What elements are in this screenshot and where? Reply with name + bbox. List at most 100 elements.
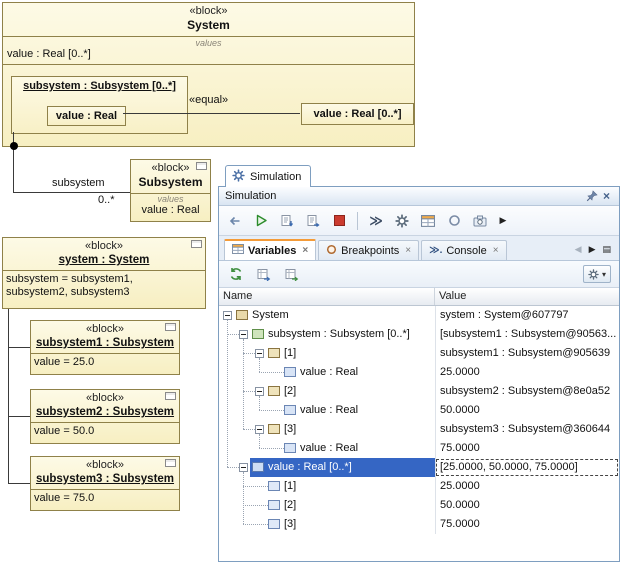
slot-line: subsystem = subsystem1, [6,273,202,286]
tree-node-value[interactable]: 75.0000 [435,439,619,458]
instance-subsystem1[interactable]: «block» subsystem1 : Subsystem value = 2… [30,320,180,375]
system-value-attribute: value : Real [0..*] [3,48,414,61]
more-buttons-icon[interactable]: ▶ [497,212,509,230]
tree-node-label: subsystem : Subsystem [0..*] [268,325,410,344]
value-item-icon [268,519,280,529]
tree-expander-icon[interactable] [223,311,232,320]
instance-subsystem3[interactable]: «block» subsystem3 : Subsystem value = 7… [30,456,180,511]
element-note-icon [196,162,207,170]
system-value-box[interactable]: value : Real [0..*] [301,103,414,125]
animation-icon[interactable] [445,212,463,230]
tree-row[interactable]: [1]subsystem1 : Subsystem@905639 [219,344,619,363]
part-value-property-box[interactable]: value : Real [47,106,126,126]
instance-subsystem1-name: subsystem1 : Subsystem [32,336,178,350]
tree-expander-icon[interactable] [255,425,264,434]
pin-icon[interactable] [584,189,599,204]
association-line-horizontal[interactable] [13,192,130,193]
block-system[interactable]: «block» System values value : Real [0..*… [2,2,415,147]
instance-system[interactable]: «block» system : System subsystem = subs… [2,237,206,309]
tree-node-value[interactable]: system : System@607797 [435,306,619,325]
tree-row[interactable]: value : Real50.0000 [219,401,619,420]
tree-row[interactable]: [1] 25.0000 [219,477,619,496]
part-subsystem[interactable]: subsystem : Subsystem [0..*] value : Rea… [11,76,188,134]
next-tab-icon[interactable]: ▶ [589,244,596,255]
simulation-options-gear-icon[interactable] [393,212,411,230]
tree-name-cell[interactable]: [2] [219,382,435,401]
tree-row[interactable]: subsystem : Subsystem [0..*] [subsystem1 … [219,325,619,344]
tree-node-value[interactable]: 50.0000 [435,496,619,515]
instance-link-3[interactable] [8,483,30,484]
simulation-dock-tab[interactable]: Simulation [225,165,311,187]
tree-row[interactable]: value : Real [0..*][25.0000, 50.0000, 75… [219,458,619,477]
tree-name-cell[interactable]: value : Real [219,363,435,382]
equal-connector-line[interactable] [123,113,300,114]
tree-node-label: [1] [284,477,296,496]
export-file-icon[interactable] [283,265,301,283]
simulation-toolbar: ≫ ▶ [219,206,619,236]
tree-row[interactable]: [2]subsystem2 : Subsystem@8e0a52 [219,382,619,401]
tree-node-value[interactable]: 25.0000 [435,363,619,382]
refresh-icon[interactable] [227,265,245,283]
console-icon[interactable]: ≫ [367,212,385,230]
step-into-icon[interactable] [278,212,296,230]
element-note-icon [165,323,176,331]
block-subsystem[interactable]: «block» Subsystem values value : Real [130,159,211,222]
tree-name-cell[interactable]: [3] [219,420,435,439]
tree-node-value[interactable]: [subsystem1 : Subsystem@90563... [435,325,619,344]
tree-node-value[interactable]: subsystem2 : Subsystem@8e0a52 [435,382,619,401]
close-icon[interactable]: × [599,189,614,204]
tab-list-icon[interactable]: ▤ [602,244,611,255]
tree-name-cell[interactable]: [1] [219,344,435,363]
tree-node-value[interactable]: 75.0000 [435,515,619,534]
tree-name-cell[interactable]: [3] [219,515,435,534]
instance-link-2[interactable] [8,416,30,417]
tree-name-cell[interactable]: subsystem : Subsystem [0..*] [219,325,435,344]
association-multiplicity-label: 0..* [98,194,115,206]
variables-pane-icon[interactable] [419,212,437,230]
close-tab-icon[interactable]: × [493,245,499,256]
tree-expander-icon[interactable] [255,349,264,358]
association-line-vertical[interactable] [13,132,14,192]
tree-name-cell[interactable]: System [219,306,435,325]
column-header-value[interactable]: Value [435,288,619,305]
tree-row[interactable]: [3]75.0000 [219,515,619,534]
options-menu-button[interactable]: ▾ [583,265,611,283]
system-name: System [5,18,412,33]
close-tab-icon[interactable]: × [405,245,411,256]
capture-icon[interactable] [471,212,489,230]
tree-name-cell[interactable]: value : Real [219,439,435,458]
instance-link-vertical[interactable] [8,309,9,484]
tree-row[interactable]: value : Real25.0000 [219,363,619,382]
tree-node-value[interactable]: subsystem1 : Subsystem@905639 [435,344,619,363]
dock-tab-label: Simulation [250,171,301,183]
tree-node-value[interactable]: subsystem3 : Subsystem@360644 [435,420,619,439]
tree-expander-icon[interactable] [255,387,264,396]
tree-name-cell[interactable]: [2] [219,496,435,515]
tree-row[interactable]: [3]subsystem3 : Subsystem@360644 [219,420,619,439]
tree-node-value[interactable]: 50.0000 [435,401,619,420]
tree-name-cell[interactable]: value : Real [219,401,435,420]
column-header-name[interactable]: Name [219,288,435,305]
export-table-icon[interactable] [255,265,273,283]
tree-node-value[interactable]: [25.0000, 50.0000, 75.0000] [435,458,619,477]
prev-tab-icon[interactable]: ◀ [575,244,582,255]
close-tab-icon[interactable]: × [302,245,308,256]
tree-row[interactable]: [2]50.0000 [219,496,619,515]
tree-row[interactable]: Systemsystem : System@607797 [219,306,619,325]
tree-name-cell[interactable]: [1] [219,477,435,496]
tab-variables[interactable]: Variables × [224,239,316,260]
step-over-icon[interactable] [304,212,322,230]
navigate-back-icon[interactable] [226,212,244,230]
tab-breakpoints[interactable]: Breakpoints × [318,240,419,260]
tree-name-cell[interactable]: value : Real [0..*] [219,458,435,477]
toolbar-separator [357,212,358,230]
tree-row[interactable]: value : Real75.0000 [219,439,619,458]
tab-console[interactable]: ≫. Console × [421,240,506,260]
tree-expander-icon[interactable] [239,463,248,472]
terminate-icon[interactable] [330,212,348,230]
run-icon[interactable] [252,212,270,230]
tree-expander-icon[interactable] [239,330,248,339]
instance-link-1[interactable] [8,347,30,348]
instance-subsystem2[interactable]: «block» subsystem2 : Subsystem value = 5… [30,389,180,444]
tree-node-value[interactable]: 25.0000 [435,477,619,496]
